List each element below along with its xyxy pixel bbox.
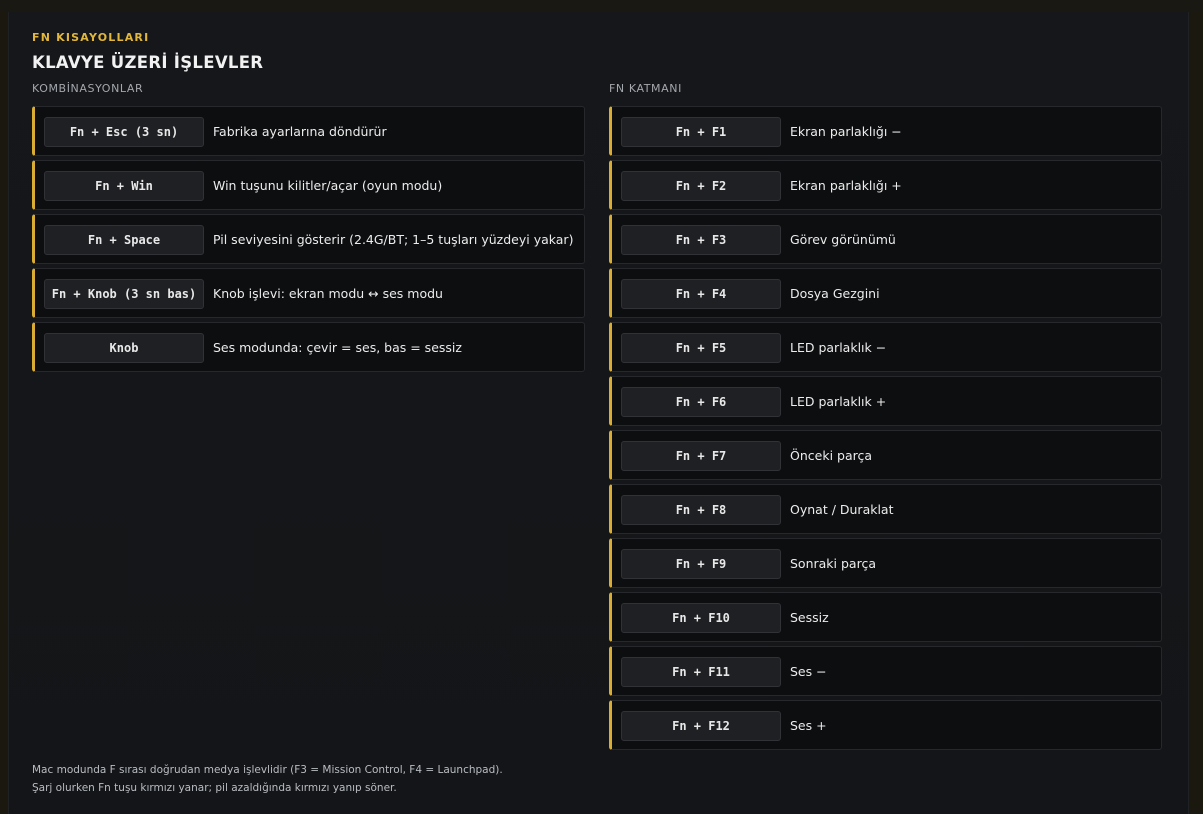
key-combo-chip: Fn + F11	[621, 657, 781, 687]
fn-layer-list: Fn + F1 Ekran parlaklığı − Fn + F2 Ekran…	[609, 106, 1162, 754]
shortcut-row: Fn + F1 Ekran parlaklığı −	[609, 106, 1162, 156]
shortcut-row: Fn + F9 Sonraki parça	[609, 538, 1162, 588]
shortcut-description: LED parlaklık +	[790, 393, 887, 409]
section-label-combinations: KOMBİNASYONLAR	[32, 82, 144, 95]
shortcut-description: Sessiz	[790, 609, 829, 625]
page-title: KLAVYE ÜZERİ İŞLEVLER	[32, 53, 264, 72]
combinations-list: Fn + Esc (3 sn) Fabrika ayarlarına döndü…	[32, 106, 585, 376]
shortcut-description: Görev görünümü	[790, 231, 896, 247]
shortcut-row: Fn + F6 LED parlaklık +	[609, 376, 1162, 426]
shortcut-row: Fn + F8 Oynat / Duraklat	[609, 484, 1162, 534]
key-combo-chip: Fn + F3	[621, 225, 781, 255]
shortcut-row: Fn + Knob (3 sn bas) Knob işlevi: ekran …	[32, 268, 585, 318]
panel-eyebrow: FN KISAYOLLARI	[32, 31, 150, 44]
shortcut-description: LED parlaklık −	[790, 339, 887, 355]
key-combo-chip: Fn + F6	[621, 387, 781, 417]
key-combo-chip: Fn + F12	[621, 711, 781, 741]
shortcut-description: Ekran parlaklığı +	[790, 177, 902, 193]
shortcut-row: Fn + F2 Ekran parlaklığı +	[609, 160, 1162, 210]
shortcut-row: Fn + F10 Sessiz	[609, 592, 1162, 642]
shortcut-row: Fn + Space Pil seviyesini gösterir (2.4G…	[32, 214, 585, 264]
shortcut-description: Win tuşunu kilitler/açar (oyun modu)	[213, 177, 443, 193]
key-combo-chip: Fn + F2	[621, 171, 781, 201]
shortcut-row: Knob Ses modunda: çevir = ses, bas = ses…	[32, 322, 585, 372]
key-combo-chip: Fn + Win	[44, 171, 204, 201]
key-combo-chip: Fn + F8	[621, 495, 781, 525]
key-combo-chip: Fn + F7	[621, 441, 781, 471]
shortcut-row: Fn + F5 LED parlaklık −	[609, 322, 1162, 372]
shortcut-row: Fn + F4 Dosya Gezgini	[609, 268, 1162, 318]
shortcut-row: Fn + F7 Önceki parça	[609, 430, 1162, 480]
key-combo-chip: Fn + Esc (3 sn)	[44, 117, 204, 147]
shortcut-description: Fabrika ayarlarına döndürür	[213, 123, 387, 139]
key-combo-chip: Fn + F9	[621, 549, 781, 579]
shortcut-description: Pil seviyesini gösterir (2.4G/BT; 1–5 tu…	[213, 231, 574, 247]
shortcut-row: Fn + Esc (3 sn) Fabrika ayarlarına döndü…	[32, 106, 585, 156]
key-combo-chip: Knob	[44, 333, 204, 363]
key-combo-chip: Fn + F1	[621, 117, 781, 147]
shortcuts-panel: FN KISAYOLLARI KLAVYE ÜZERİ İŞLEVLER KOM…	[8, 12, 1189, 814]
shortcut-description: Ekran parlaklığı −	[790, 123, 902, 139]
shortcut-description: Önceki parça	[790, 447, 873, 463]
shortcut-row: Fn + F11 Ses −	[609, 646, 1162, 696]
shortcut-description: Ses −	[790, 663, 827, 679]
shortcut-description: Oynat / Duraklat	[790, 501, 894, 517]
shortcut-description: Ses +	[790, 717, 827, 733]
key-combo-chip: Fn + F4	[621, 279, 781, 309]
top-strip	[0, 0, 1203, 12]
footnote-mac-mode: Mac modunda F sırası doğrudan medya işle…	[32, 764, 503, 776]
shortcut-row: Fn + F3 Görev görünümü	[609, 214, 1162, 264]
shortcut-description: Dosya Gezgini	[790, 285, 880, 301]
shortcut-description: Sonraki parça	[790, 555, 876, 571]
shortcut-row: Fn + Win Win tuşunu kilitler/açar (oyun …	[32, 160, 585, 210]
shortcut-row: Fn + F12 Ses +	[609, 700, 1162, 750]
shortcut-description: Knob işlevi: ekran modu ↔ ses modu	[213, 285, 443, 301]
key-combo-chip: Fn + F10	[621, 603, 781, 633]
footnote-charging: Şarj olurken Fn tuşu kırmızı yanar; pil …	[32, 782, 397, 794]
key-combo-chip: Fn + Knob (3 sn bas)	[44, 279, 204, 309]
section-label-fn-layer: FN KATMANI	[609, 82, 682, 95]
key-combo-chip: Fn + Space	[44, 225, 204, 255]
shortcut-description: Ses modunda: çevir = ses, bas = sessiz	[213, 339, 462, 355]
key-combo-chip: Fn + F5	[621, 333, 781, 363]
